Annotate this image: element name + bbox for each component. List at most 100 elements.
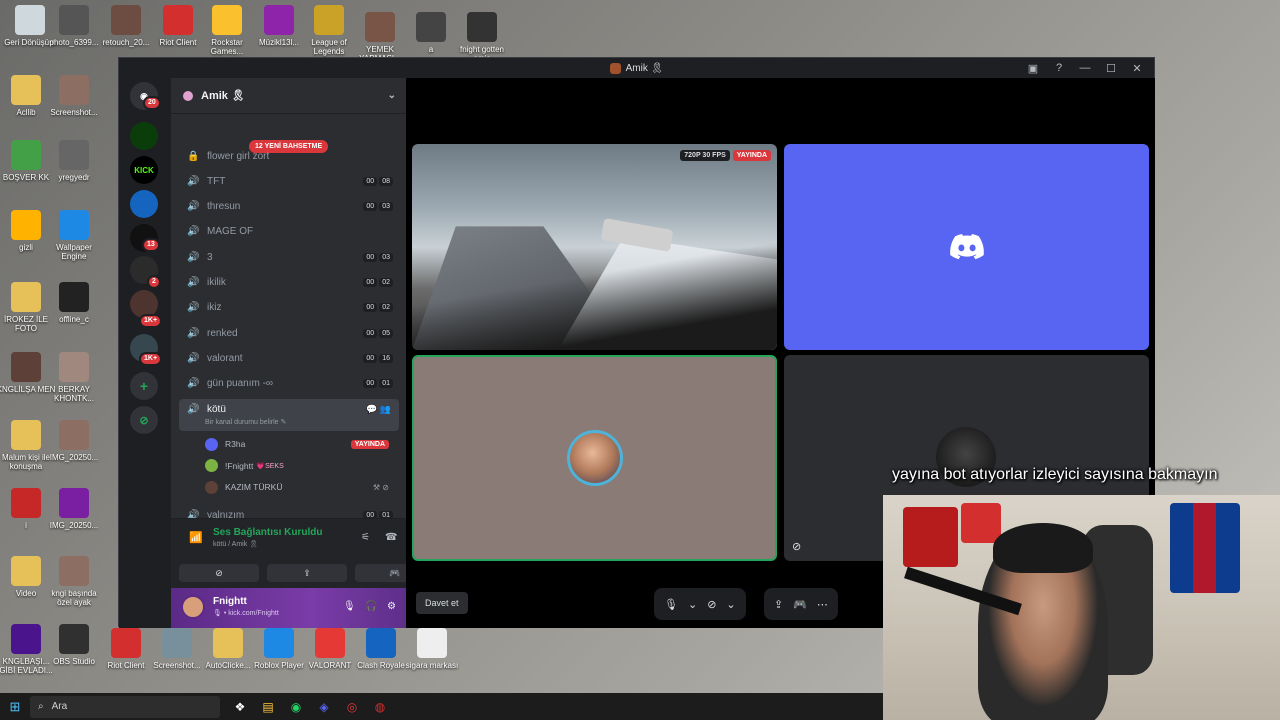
- noise-suppression-icon[interactable]: ⚟: [361, 532, 370, 543]
- server-icon-blue[interactable]: [130, 190, 158, 218]
- desktop-icon[interactable]: Screenshot...: [44, 75, 104, 117]
- desktop-icon-image: [59, 282, 89, 312]
- signal-icon[interactable]: 📶: [189, 531, 203, 544]
- channel-name: TFT: [207, 175, 226, 187]
- voice-member[interactable]: KAZIM TÜRKÜ ⚒ ⊘: [205, 477, 395, 497]
- desktop-icon[interactable]: fnight gotten amis: [452, 12, 512, 63]
- guild-header[interactable]: Amik 🎗 ⌄: [171, 78, 406, 114]
- desktop-icon[interactable]: BERKAY KHONTK...: [44, 352, 104, 403]
- help-icon[interactable]: ?: [1048, 60, 1070, 76]
- screen-share-button[interactable]: ⇪: [267, 564, 347, 582]
- desktop-icon[interactable]: Wallpaper Engine: [44, 210, 104, 261]
- desktop-icon-image: [264, 5, 294, 35]
- inbox-icon[interactable]: ▣: [1022, 60, 1044, 76]
- chrome-icon[interactable]: ◎: [338, 693, 366, 720]
- stream-tile-game[interactable]: 720P 30 FPS YAYINDA: [412, 144, 777, 350]
- desktop-icon-label: BERKAY KHONTK...: [53, 385, 94, 403]
- voice-channel-active[interactable]: 🔊 kötü Bir kanal durumu belirle ✎ 💬 👥: [179, 399, 399, 431]
- participant-tile-blurple[interactable]: [784, 144, 1149, 350]
- riot-taskbar-icon[interactable]: ◍: [366, 693, 394, 720]
- screen-share-icon[interactable]: ⇪: [774, 598, 783, 611]
- file-explorer-icon[interactable]: ▤: [254, 693, 282, 720]
- desktop-icon-image: [111, 628, 141, 658]
- member-avatar: [205, 480, 218, 494]
- voice-channel[interactable]: 🔒 flower girl zort: [179, 145, 399, 167]
- channel-chat-icon[interactable]: 💬 👥: [366, 404, 391, 415]
- maximize-button[interactable]: ☐: [1100, 60, 1122, 76]
- start-windows-icon[interactable]: ⊞: [0, 693, 30, 720]
- desktop-icon[interactable]: OBS Studio: [44, 624, 104, 666]
- task-view-icon[interactable]: ❖: [226, 693, 254, 720]
- settings-gear-icon[interactable]: ⚙: [387, 601, 396, 612]
- speaker-icon: 🔊: [187, 175, 200, 187]
- home-badge: 20: [143, 96, 161, 110]
- user-name[interactable]: Fnightt: [213, 596, 247, 607]
- desktop-icon[interactable]: offline_c: [44, 282, 104, 324]
- chevron-down-icon[interactable]: ⌄: [726, 598, 735, 611]
- speaker-icon: 🔊: [187, 226, 200, 238]
- desktop-icon-label: Wallpaper Engine: [56, 243, 92, 261]
- stream-quality-tag: 720P 30 FPS: [680, 150, 730, 161]
- voice-location[interactable]: kötü / Amik 🎗: [213, 540, 258, 548]
- user-panel: Fnightt 🎙 • kick.com/Fnightt 🎙 🎧 ⚙: [171, 588, 406, 628]
- whatsapp-icon[interactable]: ◉: [282, 693, 310, 720]
- taskbar-search[interactable]: ⌕ Ara: [30, 695, 220, 718]
- voice-channel[interactable]: 🔊 3 00 03: [179, 246, 399, 268]
- discord-taskbar-icon[interactable]: ◈: [310, 693, 338, 720]
- member-name: KAZIM TÜRKÜ: [225, 482, 283, 492]
- chevron-down-icon[interactable]: ⌄: [388, 90, 396, 101]
- channel-status-hint[interactable]: Bir kanal durumu belirle ✎: [205, 418, 286, 426]
- camera-off-button[interactable]: ⊘: [707, 598, 716, 611]
- invite-button[interactable]: Davet et: [416, 592, 468, 614]
- member-tag: 💗SEKS: [256, 462, 284, 470]
- add-server-button[interactable]: +: [130, 372, 158, 400]
- chevron-down-icon[interactable]: ⌄: [688, 598, 697, 611]
- more-options-icon[interactable]: ⋯: [817, 598, 828, 611]
- voice-channel[interactable]: 🔊 ikilik 00 02: [179, 272, 399, 294]
- channel-user-count: 00 08: [363, 176, 393, 186]
- voice-channel[interactable]: 🔊 valorant 00 16: [179, 347, 399, 369]
- desktop-icon-image: [11, 210, 41, 240]
- voice-member[interactable]: !Fnightt 💗SEKS: [205, 456, 395, 476]
- camera-toggle-button[interactable]: ⊘: [179, 564, 259, 582]
- desktop-icon[interactable]: sigara markası: [402, 628, 462, 670]
- minimize-button[interactable]: —: [1074, 60, 1096, 76]
- desktop-icon[interactable]: IMG_20250...: [44, 420, 104, 462]
- channel-name: flower girl zort: [207, 150, 270, 162]
- desktop-icon[interactable]: photo_6399...: [44, 5, 104, 47]
- search-icon: ⌕: [38, 701, 44, 712]
- live-badge: YAYINDA: [350, 439, 389, 449]
- headphones-icon[interactable]: 🎧: [365, 601, 377, 612]
- voice-channel[interactable]: 🔊 MAGE OF: [179, 221, 399, 243]
- voice-channel[interactable]: 🔊 TFT 00 08: [179, 170, 399, 192]
- voice-channel[interactable]: 🔊 ikiz 00 02: [179, 297, 399, 319]
- channel-name: kötü: [207, 404, 226, 415]
- microphone-icon[interactable]: 🎙: [343, 601, 356, 612]
- desktop-icon-image: [59, 420, 89, 450]
- user-avatar[interactable]: [181, 595, 205, 619]
- voice-status[interactable]: Ses Bağlantısı Kuruldu: [213, 527, 322, 538]
- activities-icon[interactable]: 🎮: [793, 598, 807, 611]
- desktop-icon[interactable]: kngi başında özel ayak: [44, 556, 104, 607]
- desktop-icon-label: IMG_20250...: [49, 453, 99, 462]
- disconnect-icon[interactable]: ☎: [385, 532, 397, 543]
- explore-servers-button[interactable]: ⊘: [130, 406, 158, 434]
- voice-channel[interactable]: 🔊 renked 00 05: [179, 322, 399, 344]
- server-icon-green[interactable]: [130, 122, 158, 150]
- server-badge-2: 2: [147, 275, 161, 289]
- desktop-icon[interactable]: retouch_20...: [96, 5, 156, 47]
- microphone-button[interactable]: 🎙: [664, 598, 678, 611]
- voice-channel[interactable]: 🔊 gün puanım -∞ 00 01: [179, 373, 399, 395]
- desktop-icon-image: [59, 140, 89, 170]
- voice-member[interactable]: R3ha YAYINDA: [205, 434, 395, 454]
- desktop-icon[interactable]: yregyedr: [44, 140, 104, 182]
- server-icon-kick[interactable]: KICK: [130, 156, 158, 184]
- desktop-icon-image: [315, 628, 345, 658]
- desktop-icon-image: [59, 624, 89, 654]
- self-tile[interactable]: [412, 355, 777, 561]
- channel-user-count: 00 03: [363, 252, 393, 262]
- desktop-icon[interactable]: Rockstar Games...: [197, 5, 257, 56]
- voice-channel[interactable]: 🔊 thresun 00 03: [179, 196, 399, 218]
- close-button[interactable]: ✕: [1126, 60, 1148, 76]
- desktop-icon[interactable]: IMG_20250...: [44, 488, 104, 530]
